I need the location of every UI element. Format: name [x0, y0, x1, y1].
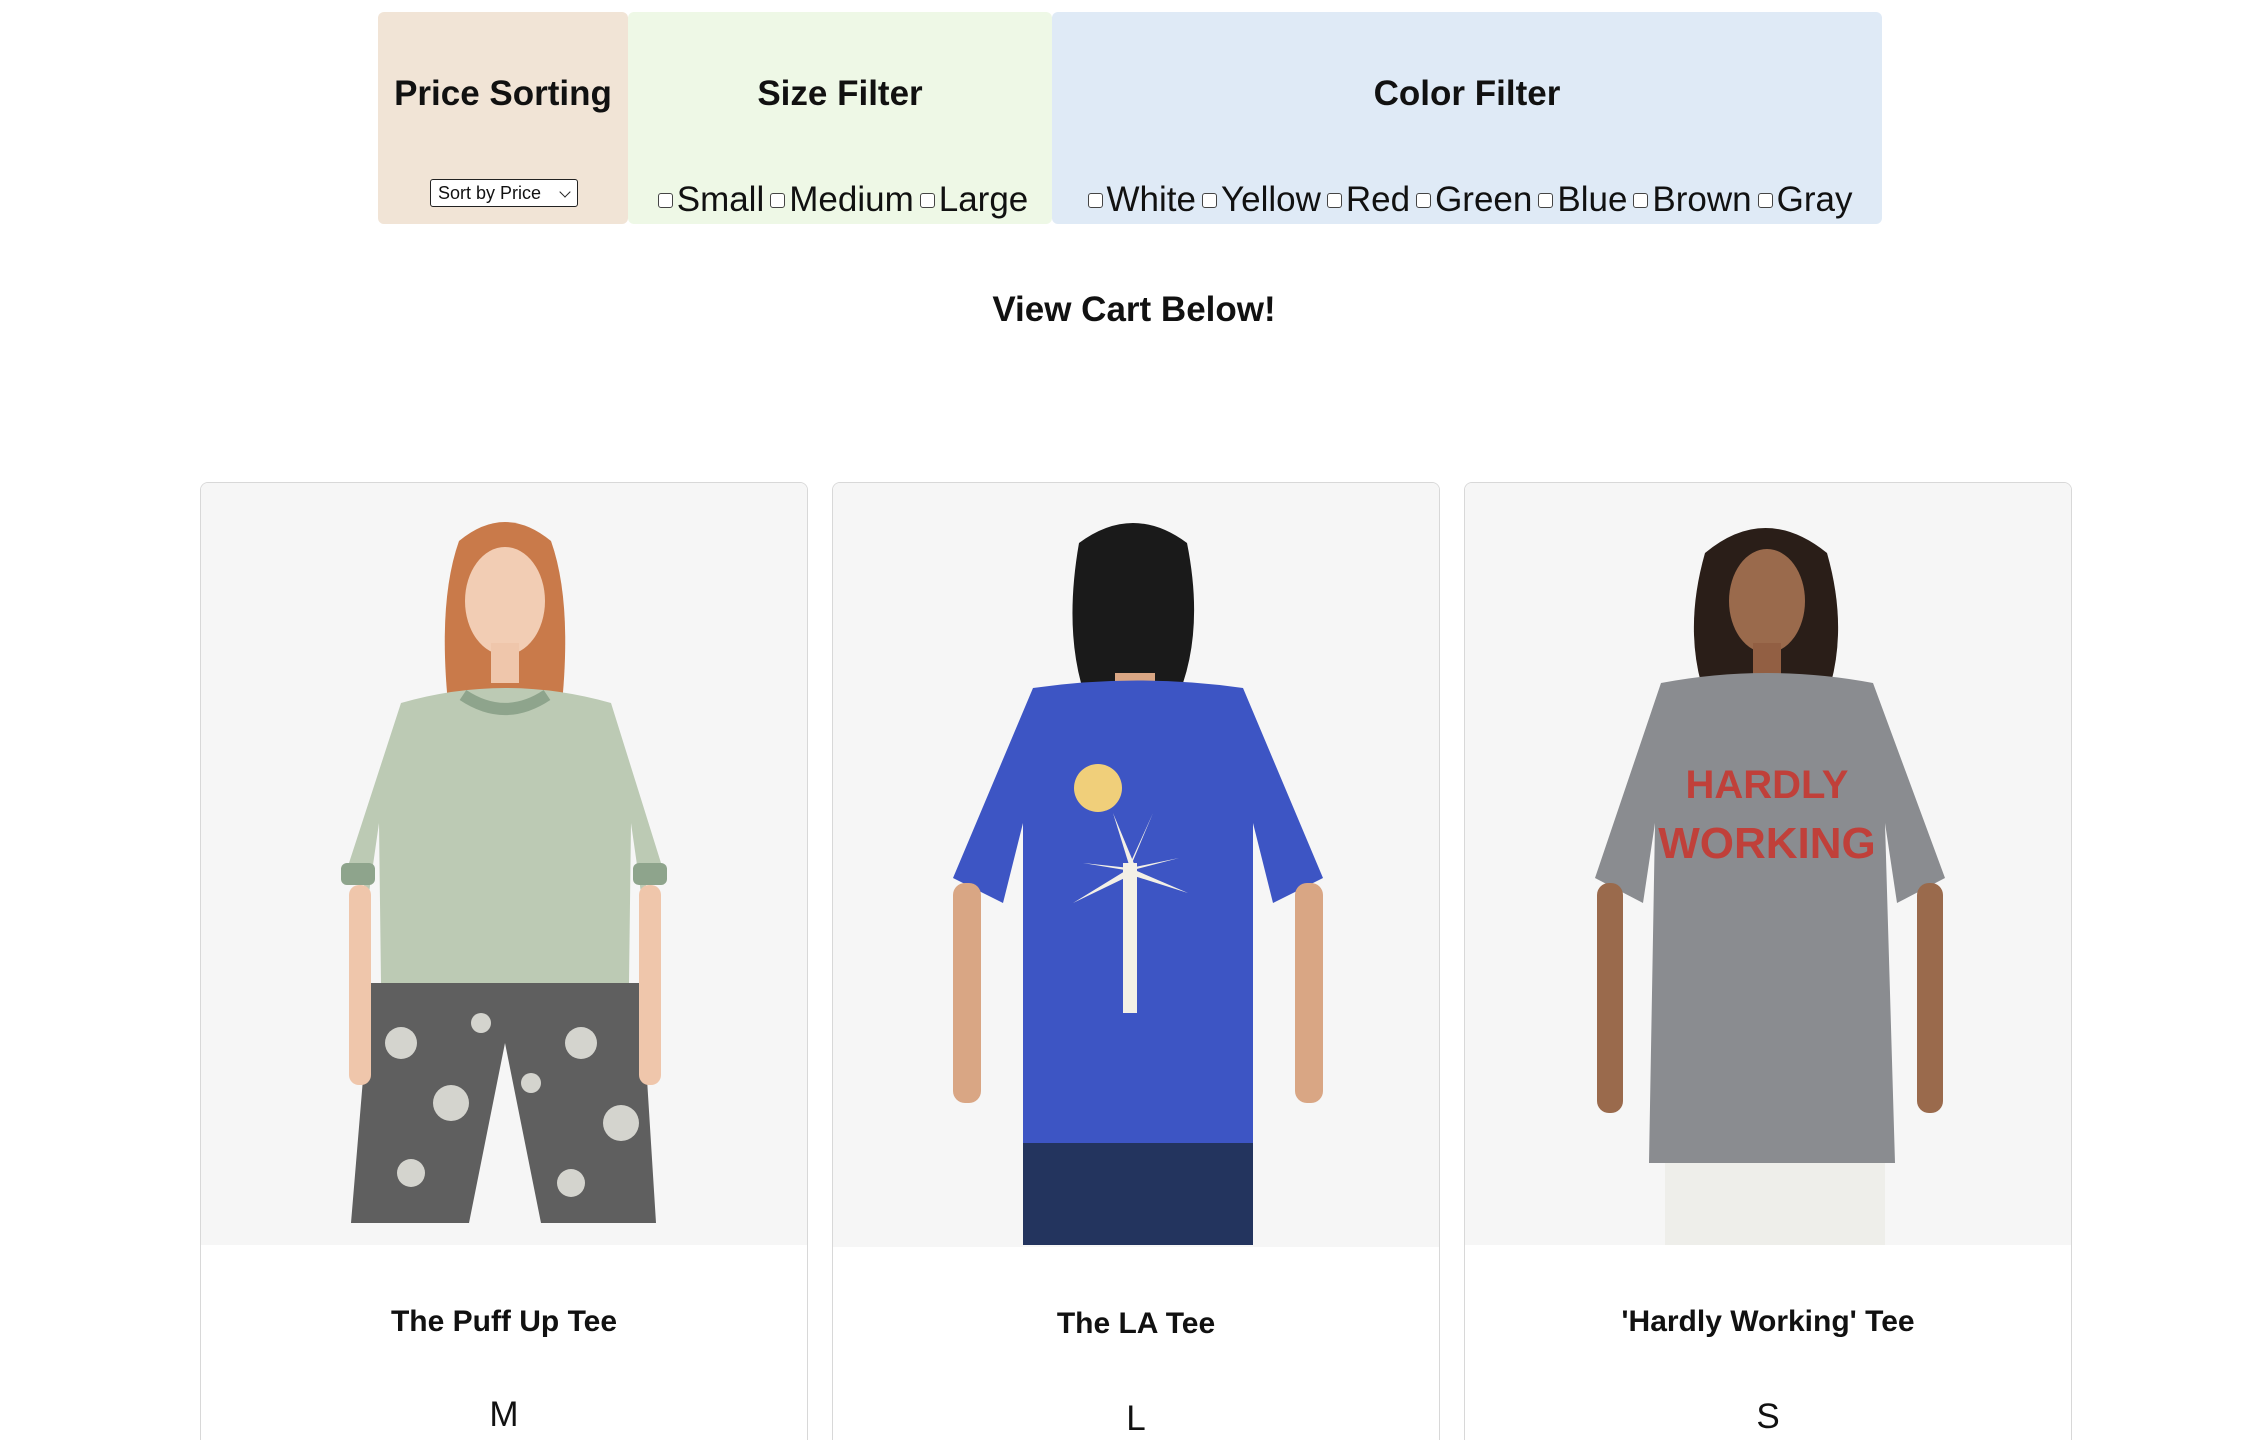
color-option-yellow[interactable]: Yellow	[1196, 180, 1321, 220]
color-red-label: Red	[1345, 180, 1411, 219]
size-option-large[interactable]: Large	[914, 180, 1029, 220]
product-card[interactable]: HARDLY WORKING 'Hardly Working' Tee S	[1464, 482, 2072, 1440]
size-medium-label: Medium	[789, 180, 914, 219]
size-large-checkbox[interactable]	[919, 192, 935, 208]
color-option-green[interactable]: Green	[1410, 180, 1532, 220]
color-green-label: Green	[1435, 180, 1533, 219]
product-name: 'Hardly Working' Tee	[1621, 1305, 1915, 1338]
size-filter-title: Size Filter	[757, 74, 923, 113]
view-cart-heading: View Cart Below!	[992, 290, 1276, 329]
color-option-red[interactable]: Red	[1321, 180, 1410, 220]
color-blue-label: Blue	[1557, 180, 1628, 219]
size-options: Small Medium Large	[628, 180, 1052, 220]
product-size: S	[1756, 1397, 1780, 1436]
size-small-checkbox[interactable]	[657, 192, 673, 208]
color-option-white[interactable]: White	[1082, 180, 1196, 220]
product-size: M	[489, 1395, 519, 1434]
size-option-medium[interactable]: Medium	[764, 180, 914, 220]
price-sorting-panel: Price Sorting Sort by Price	[378, 12, 628, 224]
color-gray-checkbox[interactable]	[1757, 192, 1773, 208]
product-image[interactable]	[201, 483, 807, 1245]
color-red-checkbox[interactable]	[1326, 192, 1342, 208]
color-yellow-label: Yellow	[1220, 180, 1321, 219]
product-card[interactable]: The Puff Up Tee M	[200, 482, 808, 1440]
price-sorting-title: Price Sorting	[394, 74, 612, 113]
size-large-label: Large	[938, 180, 1029, 219]
color-options: White Yellow Red Green Blue Brown Gray	[1052, 180, 1882, 220]
product-name: The Puff Up Tee	[390, 1305, 618, 1338]
color-gray-label: Gray	[1776, 180, 1853, 219]
product-image[interactable]: HARDLY WORKING	[1465, 483, 2071, 1245]
sort-select-value: Sort by Price	[438, 182, 542, 203]
product-card[interactable]: The LA Tee L	[832, 482, 1440, 1440]
color-filter-title: Color Filter	[1373, 74, 1561, 113]
size-option-small[interactable]: Small	[652, 180, 765, 220]
size-small-label: Small	[676, 180, 765, 219]
product-image[interactable]	[833, 483, 1439, 1247]
color-blue-checkbox[interactable]	[1538, 192, 1554, 208]
shirt-print-line1: HARDLY	[1686, 763, 1849, 807]
color-brown-label: Brown	[1652, 180, 1752, 219]
color-option-gray[interactable]: Gray	[1752, 180, 1853, 220]
model-illustration	[341, 522, 667, 1223]
color-option-brown[interactable]: Brown	[1627, 180, 1752, 220]
color-green-checkbox[interactable]	[1416, 192, 1432, 208]
model-illustration: HARDLY WORKING	[1595, 528, 1945, 1245]
color-filter-panel: Color Filter White Yellow Red Green Blue…	[1052, 12, 1882, 224]
size-filter-panel: Size Filter Small Medium Large	[628, 12, 1052, 224]
product-name: The LA Tee	[1056, 1307, 1216, 1340]
sort-by-price-select[interactable]: Sort by Price	[430, 179, 578, 207]
size-medium-checkbox[interactable]	[770, 192, 786, 208]
page: Price Sorting Sort by Price Size Filter …	[0, 0, 2268, 1440]
color-white-label: White	[1106, 180, 1196, 219]
color-brown-checkbox[interactable]	[1633, 192, 1649, 208]
product-size: L	[1126, 1399, 1146, 1438]
color-yellow-checkbox[interactable]	[1201, 192, 1217, 208]
filter-bar: Price Sorting Sort by Price Size Filter …	[378, 12, 1882, 224]
model-illustration	[953, 523, 1323, 1245]
chevron-down-icon	[559, 186, 571, 198]
color-white-checkbox[interactable]	[1087, 192, 1103, 208]
shirt-print-line2: WORKING	[1658, 819, 1876, 868]
color-option-blue[interactable]: Blue	[1532, 180, 1627, 220]
